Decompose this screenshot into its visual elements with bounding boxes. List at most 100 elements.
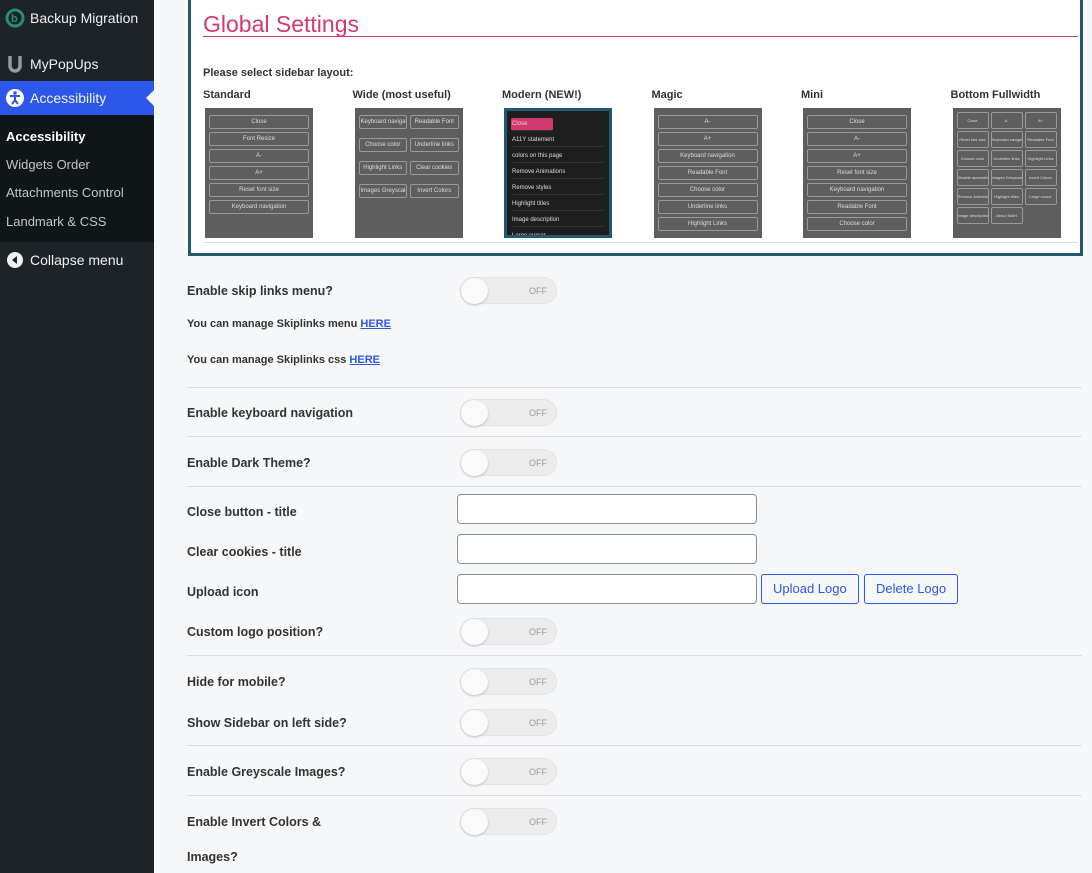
backup-migration-icon: b	[0, 8, 30, 28]
layout-name: Modern (NEW!)	[502, 89, 582, 101]
thumbnail-item: A-	[657, 115, 758, 129]
skip-links-toggle[interactable]: OFF	[458, 275, 559, 306]
layout-name: Mini	[801, 89, 823, 101]
hide-mobile-label: Hide for mobile?	[187, 675, 286, 689]
skiplinks-css-link[interactable]: HERE	[349, 354, 380, 366]
skiplinks-menu-link[interactable]: HERE	[360, 318, 391, 330]
layout-option[interactable]: Standard Close Font Resize A- A+ Reset font s…	[203, 89, 353, 238]
toggle-state: OFF	[529, 718, 547, 728]
thumbnail-item: A-	[807, 132, 907, 146]
clear-cookies-title-input[interactable]	[457, 534, 757, 564]
toggle-state: OFF	[529, 767, 547, 777]
collapse-label: Collapse menu	[30, 252, 124, 268]
divider	[187, 655, 1082, 656]
thumbnail-item: Invert Colors	[1024, 169, 1057, 186]
thumbnail-item: Readable Font	[657, 166, 758, 180]
menu-mypopups[interactable]: MyPopUps	[0, 47, 154, 81]
clear-cookies-title-label: Clear cookies - title	[187, 545, 302, 559]
thumbnail-item: Reset font size	[956, 131, 989, 148]
thumbnail-item: Highlight Links	[657, 217, 758, 231]
toggle-state: OFF	[529, 408, 547, 418]
close-title-label: Close button - title	[187, 505, 297, 519]
keyboard-nav-label: Enable keyboard navigation	[187, 406, 354, 420]
thumbnail-item: Close	[511, 118, 554, 131]
toggle-state: OFF	[529, 627, 547, 637]
layout-thumbnail[interactable]: Keyboard navigationReadable FontChoose c…	[354, 108, 463, 238]
submenu-widgets-order[interactable]: Widgets Order	[6, 157, 90, 172]
thumbnail-item: Underline links	[410, 138, 459, 152]
thumbnail-item: Close	[807, 115, 907, 129]
layout-option[interactable]: Bottom Fullwidth Close A- A+ Reset font size…	[951, 89, 1092, 238]
layout-thumbnail[interactable]: Close A11Y statement colors on this page Re…	[504, 108, 612, 238]
dark-theme-toggle[interactable]: OFF	[458, 447, 559, 478]
sidebar-left-toggle[interactable]: OFF	[458, 707, 559, 738]
layout-option[interactable]: Mini Close A- A+ Reset font size Keyboard nav…	[801, 89, 951, 238]
thumbnail-item: Reset font size	[209, 183, 309, 197]
layout-thumbnail[interactable]: Close A- A+ Reset font size Keyboard navigat…	[952, 108, 1061, 238]
thumbnail-item: Images Greyscale	[990, 169, 1023, 186]
layout-option[interactable]: Modern (NEW!) Close A11Y statement colors o…	[502, 89, 652, 238]
toggle-knob	[461, 809, 488, 835]
thumbnail-item: Keyboard navigation	[990, 131, 1023, 148]
thumbnail-item: Choose color	[358, 138, 407, 152]
menu-accessibility[interactable]: Accessibility	[0, 81, 154, 115]
thumbnail-item: Remove Animations	[511, 166, 605, 179]
menu-backup-migration[interactable]: b Backup Migration	[0, 1, 154, 35]
toggle-state: OFF	[529, 817, 547, 827]
thumbnail-item: Highlight titles	[511, 198, 605, 211]
thumbnail-item: Readable Font	[1024, 131, 1057, 148]
logo-position-toggle[interactable]: OFF	[458, 616, 559, 647]
thumbnail-item: Image description	[956, 207, 989, 224]
thumbnail-item: Remove styles	[511, 182, 605, 195]
submenu-attachments-control[interactable]: Attachments Control	[6, 185, 124, 200]
upload-logo-button[interactable]: Upload Logo	[761, 574, 859, 604]
thumbnail-item: Keyboard navigation	[807, 183, 907, 197]
svg-text:b: b	[11, 13, 18, 25]
divider	[187, 795, 1082, 796]
thumbnail-item: colors on this page	[511, 150, 605, 163]
thumbnail-item: Large cursor	[511, 230, 605, 235]
skiplinks-menu-note: You can manage Skiplinks menu HERE	[187, 318, 391, 330]
divider	[187, 436, 1082, 437]
toggle-state: OFF	[529, 458, 547, 468]
delete-logo-button[interactable]: Delete Logo	[864, 574, 959, 604]
toggle-state: OFF	[529, 677, 547, 687]
dark-theme-label: Enable Dark Theme?	[187, 456, 311, 470]
upload-icon-label: Upload icon	[187, 585, 259, 599]
upload-icon-input[interactable]	[457, 574, 757, 604]
invert-colors-toggle[interactable]: OFF	[458, 806, 559, 837]
thumbnail-item: About WAH	[990, 207, 1023, 224]
layout-thumbnail[interactable]: A- A+ Keyboard navigation Readable Font Choo…	[653, 108, 762, 238]
global-settings-panel: Global Settings Please select sidebar la…	[188, 0, 1083, 256]
keyboard-nav-toggle[interactable]: OFF	[458, 397, 559, 428]
layout-thumbnail[interactable]: Close Font Resize A- A+ Reset font size Keybo…	[205, 108, 313, 238]
thumbnail-item: Highlight Links	[1024, 150, 1057, 167]
panel-divider	[203, 242, 1078, 243]
close-title-input[interactable]	[457, 494, 757, 524]
thumbnail-item: Font Resize	[209, 132, 309, 146]
divider	[187, 745, 1082, 746]
submenu-accessibility[interactable]: Accessibility	[6, 129, 86, 144]
thumbnail-item: Image description	[511, 214, 605, 227]
menu-label: MyPopUps	[30, 56, 99, 72]
collapse-menu-button[interactable]: Collapse menu	[0, 243, 154, 277]
thumbnail-item: Reset font size	[807, 166, 907, 180]
page-title: Global Settings	[203, 11, 359, 37]
thumbnail-item: Keyboard navigation	[657, 149, 758, 163]
hide-mobile-toggle[interactable]: OFF	[458, 666, 559, 697]
greyscale-toggle[interactable]: OFF	[458, 756, 559, 787]
layout-thumbnail[interactable]: Close A- A+ Reset font size Keyboard navigat…	[803, 108, 911, 238]
toggle-knob	[461, 669, 488, 695]
thumbnail-item: Readable Font	[807, 200, 907, 214]
thumbnail-item: A-	[990, 112, 1023, 129]
thumbnail-item: A-	[209, 149, 309, 163]
thumbnail-item: A+	[807, 149, 907, 163]
layout-option[interactable]: Magic A- A+ Keyboard navigation Readable Fon…	[652, 89, 802, 238]
submenu-landmark-css[interactable]: Landmark & CSS	[6, 214, 106, 229]
layout-name: Bottom Fullwidth	[950, 89, 1041, 101]
layout-option[interactable]: Wide (most useful) Keyboard navigationRea…	[353, 89, 503, 238]
divider	[187, 387, 1082, 388]
thumbnail-item: Underline links	[990, 150, 1023, 167]
layout-select-label: Please select sidebar layout:	[203, 67, 354, 79]
greyscale-label: Enable Greyscale Images?	[187, 765, 346, 779]
